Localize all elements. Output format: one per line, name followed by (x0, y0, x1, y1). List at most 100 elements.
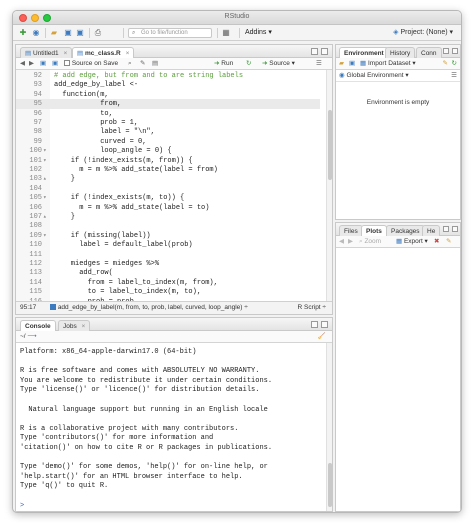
tab-environment[interactable]: Environment (339, 47, 389, 58)
tab-packages[interactable]: Packages (386, 225, 425, 236)
tab-console[interactable]: Console (20, 320, 56, 331)
export-label: Export ▾ (403, 238, 428, 245)
save-icon[interactable]: ▣ (63, 28, 73, 38)
next-plot-icon[interactable]: ▶ (348, 236, 353, 248)
environment-tabbar: Environment History Conn (336, 45, 460, 58)
console-line: Natural language support but running in … (20, 405, 268, 414)
save-all-icon[interactable]: ▣ (75, 28, 85, 38)
clear-console-icon[interactable]: 🧹 (318, 331, 326, 343)
minimize-pane-button[interactable] (443, 48, 449, 54)
close-tab-icon[interactable]: × (63, 50, 67, 57)
clear-plots-icon[interactable]: ✎ (446, 236, 451, 248)
code-tools-icon[interactable]: ✎ (140, 58, 145, 70)
source-button[interactable]: ➜ Source ▾ (262, 58, 295, 70)
source-on-save-checkbox[interactable] (64, 60, 70, 67)
working-directory[interactable]: ~/ ⟶ (20, 331, 37, 343)
r-icon: ◉ (339, 72, 345, 79)
console-scrollbar[interactable] (326, 343, 332, 511)
cursor-position: 95:17 (20, 304, 37, 311)
back-icon[interactable]: ◀ (20, 58, 25, 70)
function-icon (50, 304, 56, 311)
maximize-pane-button[interactable] (321, 321, 328, 328)
tab-plots[interactable]: Plots (361, 225, 387, 236)
save-icon[interactable]: ▣ (52, 58, 58, 70)
tab-history[interactable]: History (385, 47, 416, 58)
tab-connections[interactable]: Conn (416, 47, 442, 58)
console-output[interactable]: Platform: x86_64-apple-darwin17.0 (64-bi… (20, 348, 324, 511)
console-path-bar: ~/ ⟶ 🧹 (16, 331, 332, 343)
source-on-save-toggle[interactable]: Source on Save (64, 58, 118, 70)
files-plots-pane: Files Plots Packages He ◀ ▶ ⌕ Zoom ▦ Exp… (335, 222, 461, 512)
file-type-menu[interactable]: R Script ÷ (298, 302, 327, 314)
goto-file-input[interactable]: ⌕ Go to file/function (128, 28, 212, 38)
plots-toolbar: ◀ ▶ ⌕ Zoom ▦ Export ▾ ✖ ✎ (336, 236, 460, 248)
import-dataset-button[interactable]: ▦ Import Dataset ▾ (360, 58, 416, 70)
tab-mc-class[interactable]: ▤ mc_class.R × (72, 47, 135, 58)
environment-empty-message: Environment is empty (366, 99, 430, 106)
tab-untitled1[interactable]: ▤ Untitled1 × (20, 47, 73, 58)
load-workspace-icon[interactable]: ▰ (339, 58, 344, 70)
maximize-pane-button[interactable] (321, 48, 328, 55)
find-icon[interactable]: ⌕ (128, 58, 132, 70)
previous-plot-icon[interactable]: ◀ (339, 236, 344, 248)
compile-report-icon[interactable]: ▤ (152, 58, 158, 70)
project-menu[interactable]: ◈ Project: (None) ▾ (393, 27, 453, 39)
show-in-window-icon[interactable]: ▣ (40, 58, 46, 70)
function-label: add_edge_by_label(m, from, to, prob, lab… (57, 304, 248, 311)
close-tab-icon[interactable]: × (126, 50, 130, 57)
addins-menu[interactable]: Addins ▾ (245, 27, 272, 39)
code-tools-icon[interactable]: ▦ (221, 28, 231, 38)
console-scroll-thumb[interactable] (328, 463, 332, 507)
forward-icon[interactable]: ▶ (29, 58, 34, 70)
editor-scroll-thumb[interactable] (328, 110, 332, 180)
console-line: Type 'contributors()' for more informati… (20, 434, 214, 443)
rerun-icon[interactable]: ↻ (246, 58, 251, 70)
import-label: Import Dataset ▾ (367, 60, 416, 67)
console-prompt[interactable]: > (20, 502, 324, 512)
tab-files[interactable]: Files (339, 225, 363, 236)
print-icon[interactable]: ⎙ (93, 28, 103, 38)
maximize-pane-button[interactable] (452, 226, 458, 232)
console-line: Type 'license()' or 'licence()' for dist… (20, 386, 260, 395)
environment-scope-menu[interactable]: ◉ Global Environment ▾ (339, 70, 409, 82)
console-line: Type 'demo()' for some demos, 'help()' f… (20, 463, 268, 472)
tab-help[interactable]: He (422, 225, 441, 236)
run-icon: ➜ (214, 60, 220, 67)
open-file-icon[interactable]: ▰ (49, 28, 59, 38)
zoom-label: Zoom (364, 238, 382, 245)
tab-label: mc_class.R (84, 50, 121, 57)
new-file-icon[interactable]: ✚ (18, 28, 28, 38)
minimize-pane-button[interactable] (311, 321, 318, 328)
refresh-icon[interactable]: ↻ (452, 58, 457, 70)
editor-scrollbar[interactable] (326, 70, 332, 301)
new-project-icon[interactable]: ◉ (31, 28, 41, 38)
title-bar: RStudio (13, 11, 461, 25)
r-file-icon: ▤ (77, 50, 84, 57)
run-button[interactable]: ➜ Run (214, 58, 233, 70)
environment-toolbar: ▰ ▣ ▦ Import Dataset ▾ ✎ ↻ (336, 58, 460, 70)
tab-jobs[interactable]: Jobs × (58, 320, 91, 331)
project-icon: ◈ (393, 29, 399, 36)
code-editor[interactable]: 92 # add edge, but from and to are string… (16, 70, 332, 301)
remove-plot-icon[interactable]: ✖ (434, 236, 439, 248)
maximize-pane-button[interactable] (452, 48, 458, 54)
goto-placeholder: Go to file/function (141, 30, 188, 36)
function-navigator[interactable]: add_edge_by_label(m, from, to, prob, lab… (50, 302, 248, 314)
minimize-pane-button[interactable] (443, 226, 449, 232)
minimize-pane-button[interactable] (311, 48, 318, 55)
console-line: R is a collaborative project with many c… (20, 424, 239, 433)
source-tabbar: ▤ Untitled1 × ▤ mc_class.R × (16, 45, 332, 58)
clear-objects-icon[interactable]: ✎ (443, 58, 448, 70)
zoom-icon: ⌕ (359, 238, 363, 245)
outline-icon[interactable]: ☰ (316, 58, 322, 70)
save-workspace-icon[interactable]: ▣ (349, 58, 355, 70)
export-icon: ▦ (396, 238, 403, 245)
export-menu[interactable]: ▦ Export ▾ (396, 236, 428, 248)
zoom-button[interactable]: ⌕ Zoom (359, 236, 381, 248)
source-label: Source ▾ (269, 60, 295, 67)
environment-pane: Environment History Conn ▰ ▣ ▦ Import Da… (335, 44, 461, 220)
list-view-icon[interactable]: ☰ (451, 70, 457, 82)
close-tab-icon[interactable]: × (82, 323, 86, 330)
